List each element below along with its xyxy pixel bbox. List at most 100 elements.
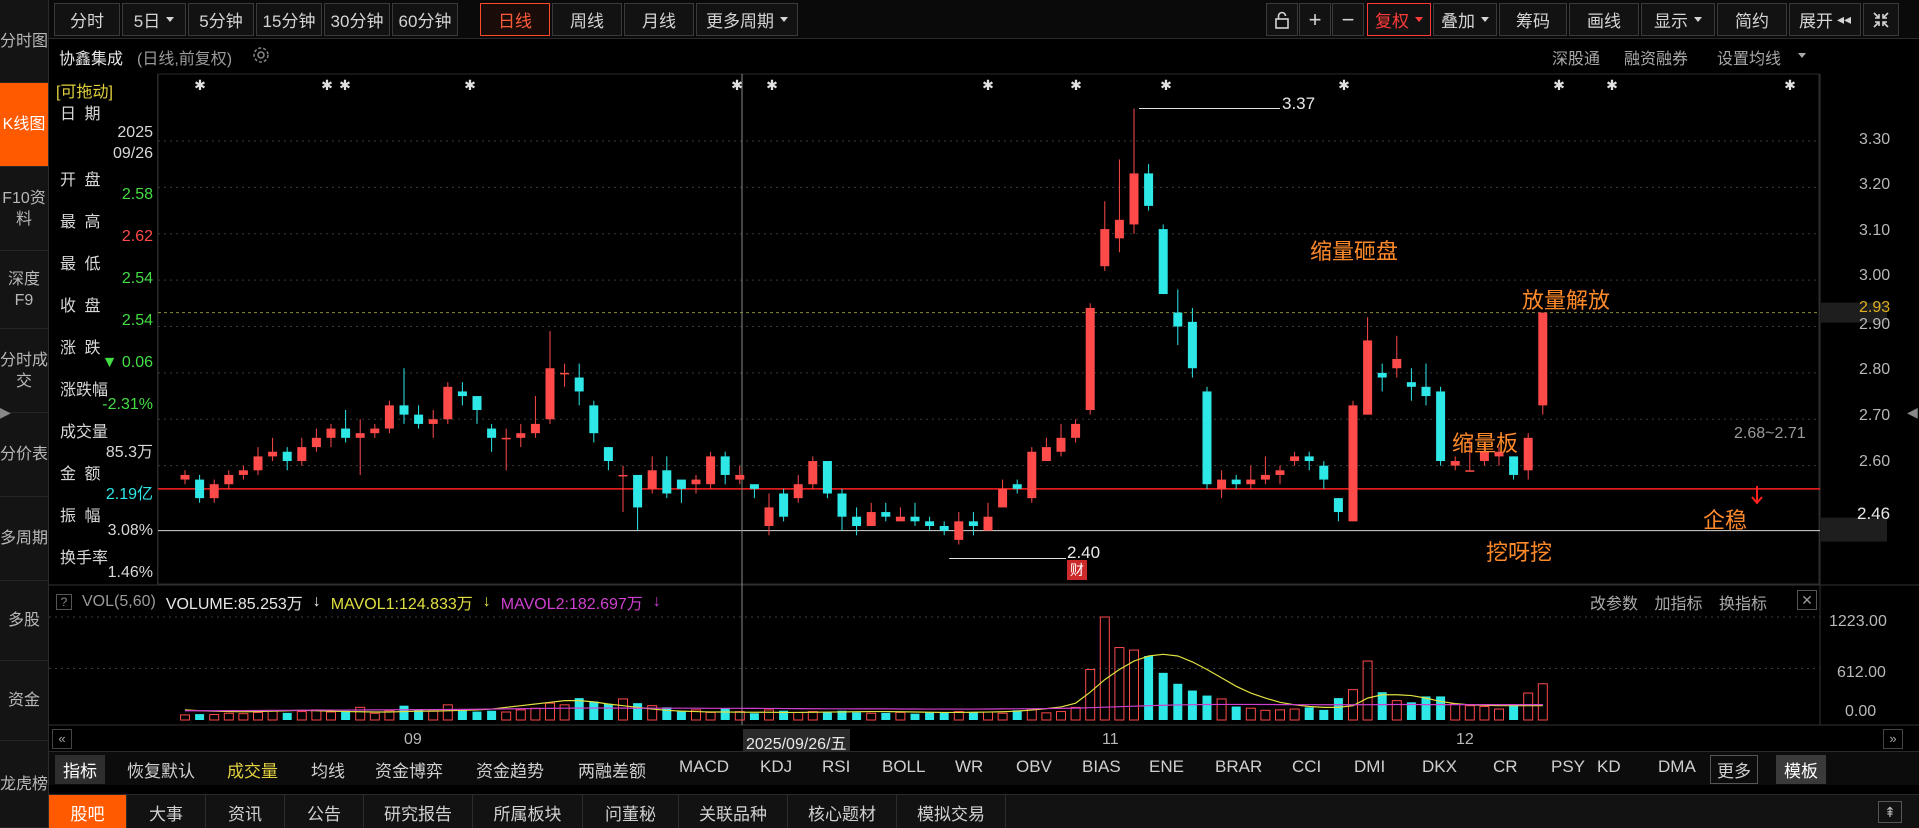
event-marker-icon: ✱ bbox=[731, 78, 743, 94]
info-panel[interactable]: [可拖动] 日 期 2025 09/26 开 盘 2.58 最 高 2.62 最… bbox=[52, 74, 158, 584]
x-tick: 09 bbox=[404, 731, 422, 748]
chart-canvas[interactable]: ✱ ✱ ✱ ✱ ✱ ✱ ✱ ✱ ✱ ✱ ✱ ✱ ✱ bbox=[0, 0, 1919, 828]
tab-dkx[interactable]: DKX bbox=[1422, 757, 1457, 777]
volume-bar bbox=[662, 707, 672, 720]
tab-ma[interactable]: 均线 bbox=[311, 757, 345, 782]
volume-bar bbox=[1450, 703, 1461, 721]
tab-simulated[interactable]: 模拟交易 bbox=[897, 795, 1006, 828]
event-marker-icon: ✱ bbox=[1070, 78, 1082, 94]
tab-guba[interactable]: 股吧 bbox=[49, 795, 127, 828]
tab-cci[interactable]: CCI bbox=[1292, 757, 1321, 777]
volume-bar bbox=[633, 703, 643, 720]
volume-bar bbox=[209, 714, 220, 721]
tab-events[interactable]: 大事 bbox=[127, 795, 206, 828]
tab-bias[interactable]: BIAS bbox=[1082, 757, 1121, 777]
tab-margin-diff[interactable]: 两融差额 bbox=[578, 757, 646, 782]
volume-bar bbox=[822, 711, 832, 720]
candle-body bbox=[925, 521, 935, 526]
switch-indicator-link[interactable]: 换指标 bbox=[1719, 596, 1767, 613]
tab-cr[interactable]: CR bbox=[1493, 757, 1518, 777]
volume-bar bbox=[545, 702, 555, 721]
info-value-close: 2.54 bbox=[121, 312, 153, 329]
candle-body bbox=[954, 521, 964, 540]
candle-body bbox=[326, 428, 336, 438]
tab-sectors[interactable]: 所属板块 bbox=[473, 795, 583, 828]
volume-bar bbox=[1289, 708, 1300, 721]
candle-body bbox=[1304, 456, 1314, 462]
candle-body bbox=[1363, 340, 1373, 415]
drag-label[interactable]: [可拖动] bbox=[56, 78, 113, 102]
tab-template[interactable]: 模板 bbox=[1776, 755, 1826, 784]
tab-fund-trend[interactable]: 资金趋势 bbox=[476, 757, 544, 782]
candle-body bbox=[1377, 372, 1387, 378]
collapse-right-icon[interactable]: ◀ bbox=[1907, 404, 1918, 421]
scroll-left-icon[interactable]: « bbox=[52, 729, 72, 749]
candle-body bbox=[1173, 312, 1183, 327]
candle-body bbox=[501, 437, 511, 440]
volume-bar bbox=[1260, 709, 1271, 721]
price-tick: 2.80 bbox=[1859, 361, 1891, 378]
tab-fund-game[interactable]: 资金博弈 bbox=[375, 757, 443, 782]
edit-params-link[interactable]: 改参数 bbox=[1590, 596, 1638, 613]
tab-more[interactable]: 更多 bbox=[1710, 755, 1758, 784]
info-value-volume: 85.3万 bbox=[105, 444, 153, 461]
tab-kd[interactable]: KD bbox=[1597, 757, 1621, 777]
candle-body bbox=[1158, 229, 1168, 295]
volume-bar bbox=[180, 714, 190, 721]
tab-indicator[interactable]: 指标 bbox=[55, 755, 105, 784]
volume-bar bbox=[1070, 706, 1081, 721]
candle-body bbox=[574, 377, 584, 392]
tab-rsi[interactable]: RSI bbox=[822, 757, 850, 777]
tab-dma[interactable]: DMA bbox=[1658, 757, 1696, 777]
volume-bar bbox=[1245, 707, 1256, 721]
volume-bar bbox=[399, 705, 409, 720]
add-indicator-link[interactable]: 加指标 bbox=[1654, 596, 1702, 613]
candle-body bbox=[1260, 474, 1270, 480]
info-value-pct: -2.31% bbox=[102, 396, 153, 413]
event-marker-icon: ✱ bbox=[1553, 78, 1565, 94]
tab-brar[interactable]: BRAR bbox=[1215, 757, 1262, 777]
candle-body bbox=[939, 525, 949, 531]
volume-bar bbox=[1041, 712, 1052, 721]
candle-body bbox=[749, 484, 759, 489]
volume-close-box[interactable]: ? bbox=[56, 594, 72, 610]
tab-core-themes[interactable]: 核心题材 bbox=[788, 795, 897, 828]
tab-macd[interactable]: MACD bbox=[679, 757, 729, 777]
tab-news[interactable]: 资讯 bbox=[206, 795, 285, 828]
candle-body bbox=[1217, 479, 1227, 489]
tab-obv[interactable]: OBV bbox=[1016, 757, 1052, 777]
tab-wr[interactable]: WR bbox=[955, 757, 983, 777]
financial-report-badge[interactable]: 财 bbox=[1067, 560, 1087, 580]
tab-psy[interactable]: PSY bbox=[1551, 757, 1585, 777]
tab-ask-secretary[interactable]: 问董秘 bbox=[583, 795, 679, 828]
event-marker-icon: ✱ bbox=[321, 78, 333, 94]
tab-volume[interactable]: 成交量 bbox=[227, 757, 278, 782]
tab-boll[interactable]: BOLL bbox=[882, 757, 925, 777]
candle-body bbox=[341, 428, 351, 438]
candle-body bbox=[1275, 470, 1285, 475]
tab-research[interactable]: 研究报告 bbox=[364, 795, 473, 828]
tab-restore-default[interactable]: 恢复默认 bbox=[127, 757, 195, 782]
annotation-release: 放量解放 bbox=[1522, 288, 1611, 313]
collapse-left-icon[interactable]: ▶ bbox=[0, 404, 11, 421]
candle-body bbox=[764, 507, 774, 526]
tab-kdj[interactable]: KDJ bbox=[760, 757, 792, 777]
scroll-right-icon[interactable]: » bbox=[1883, 729, 1903, 749]
volume-bar bbox=[764, 709, 774, 721]
tab-announcements[interactable]: 公告 bbox=[285, 795, 364, 828]
candle-body bbox=[1027, 451, 1037, 499]
tab-related[interactable]: 关联品种 bbox=[679, 795, 788, 828]
volume-bar bbox=[1173, 683, 1183, 720]
candle-body bbox=[1085, 307, 1095, 410]
candle-body bbox=[1056, 437, 1066, 452]
scroll-top-icon[interactable]: ⇞ bbox=[1878, 801, 1902, 823]
volume-tick: 0.00 bbox=[1845, 703, 1877, 720]
volume-bar bbox=[223, 712, 234, 721]
info-label-change: 涨 跌 bbox=[60, 340, 103, 357]
candle-body bbox=[647, 470, 657, 489]
candle-body bbox=[516, 433, 526, 438]
close-icon[interactable]: ✕ bbox=[1797, 590, 1817, 610]
tab-ene[interactable]: ENE bbox=[1149, 757, 1184, 777]
info-label-amount: 金 额 bbox=[60, 466, 103, 483]
tab-dmi[interactable]: DMI bbox=[1354, 757, 1385, 777]
